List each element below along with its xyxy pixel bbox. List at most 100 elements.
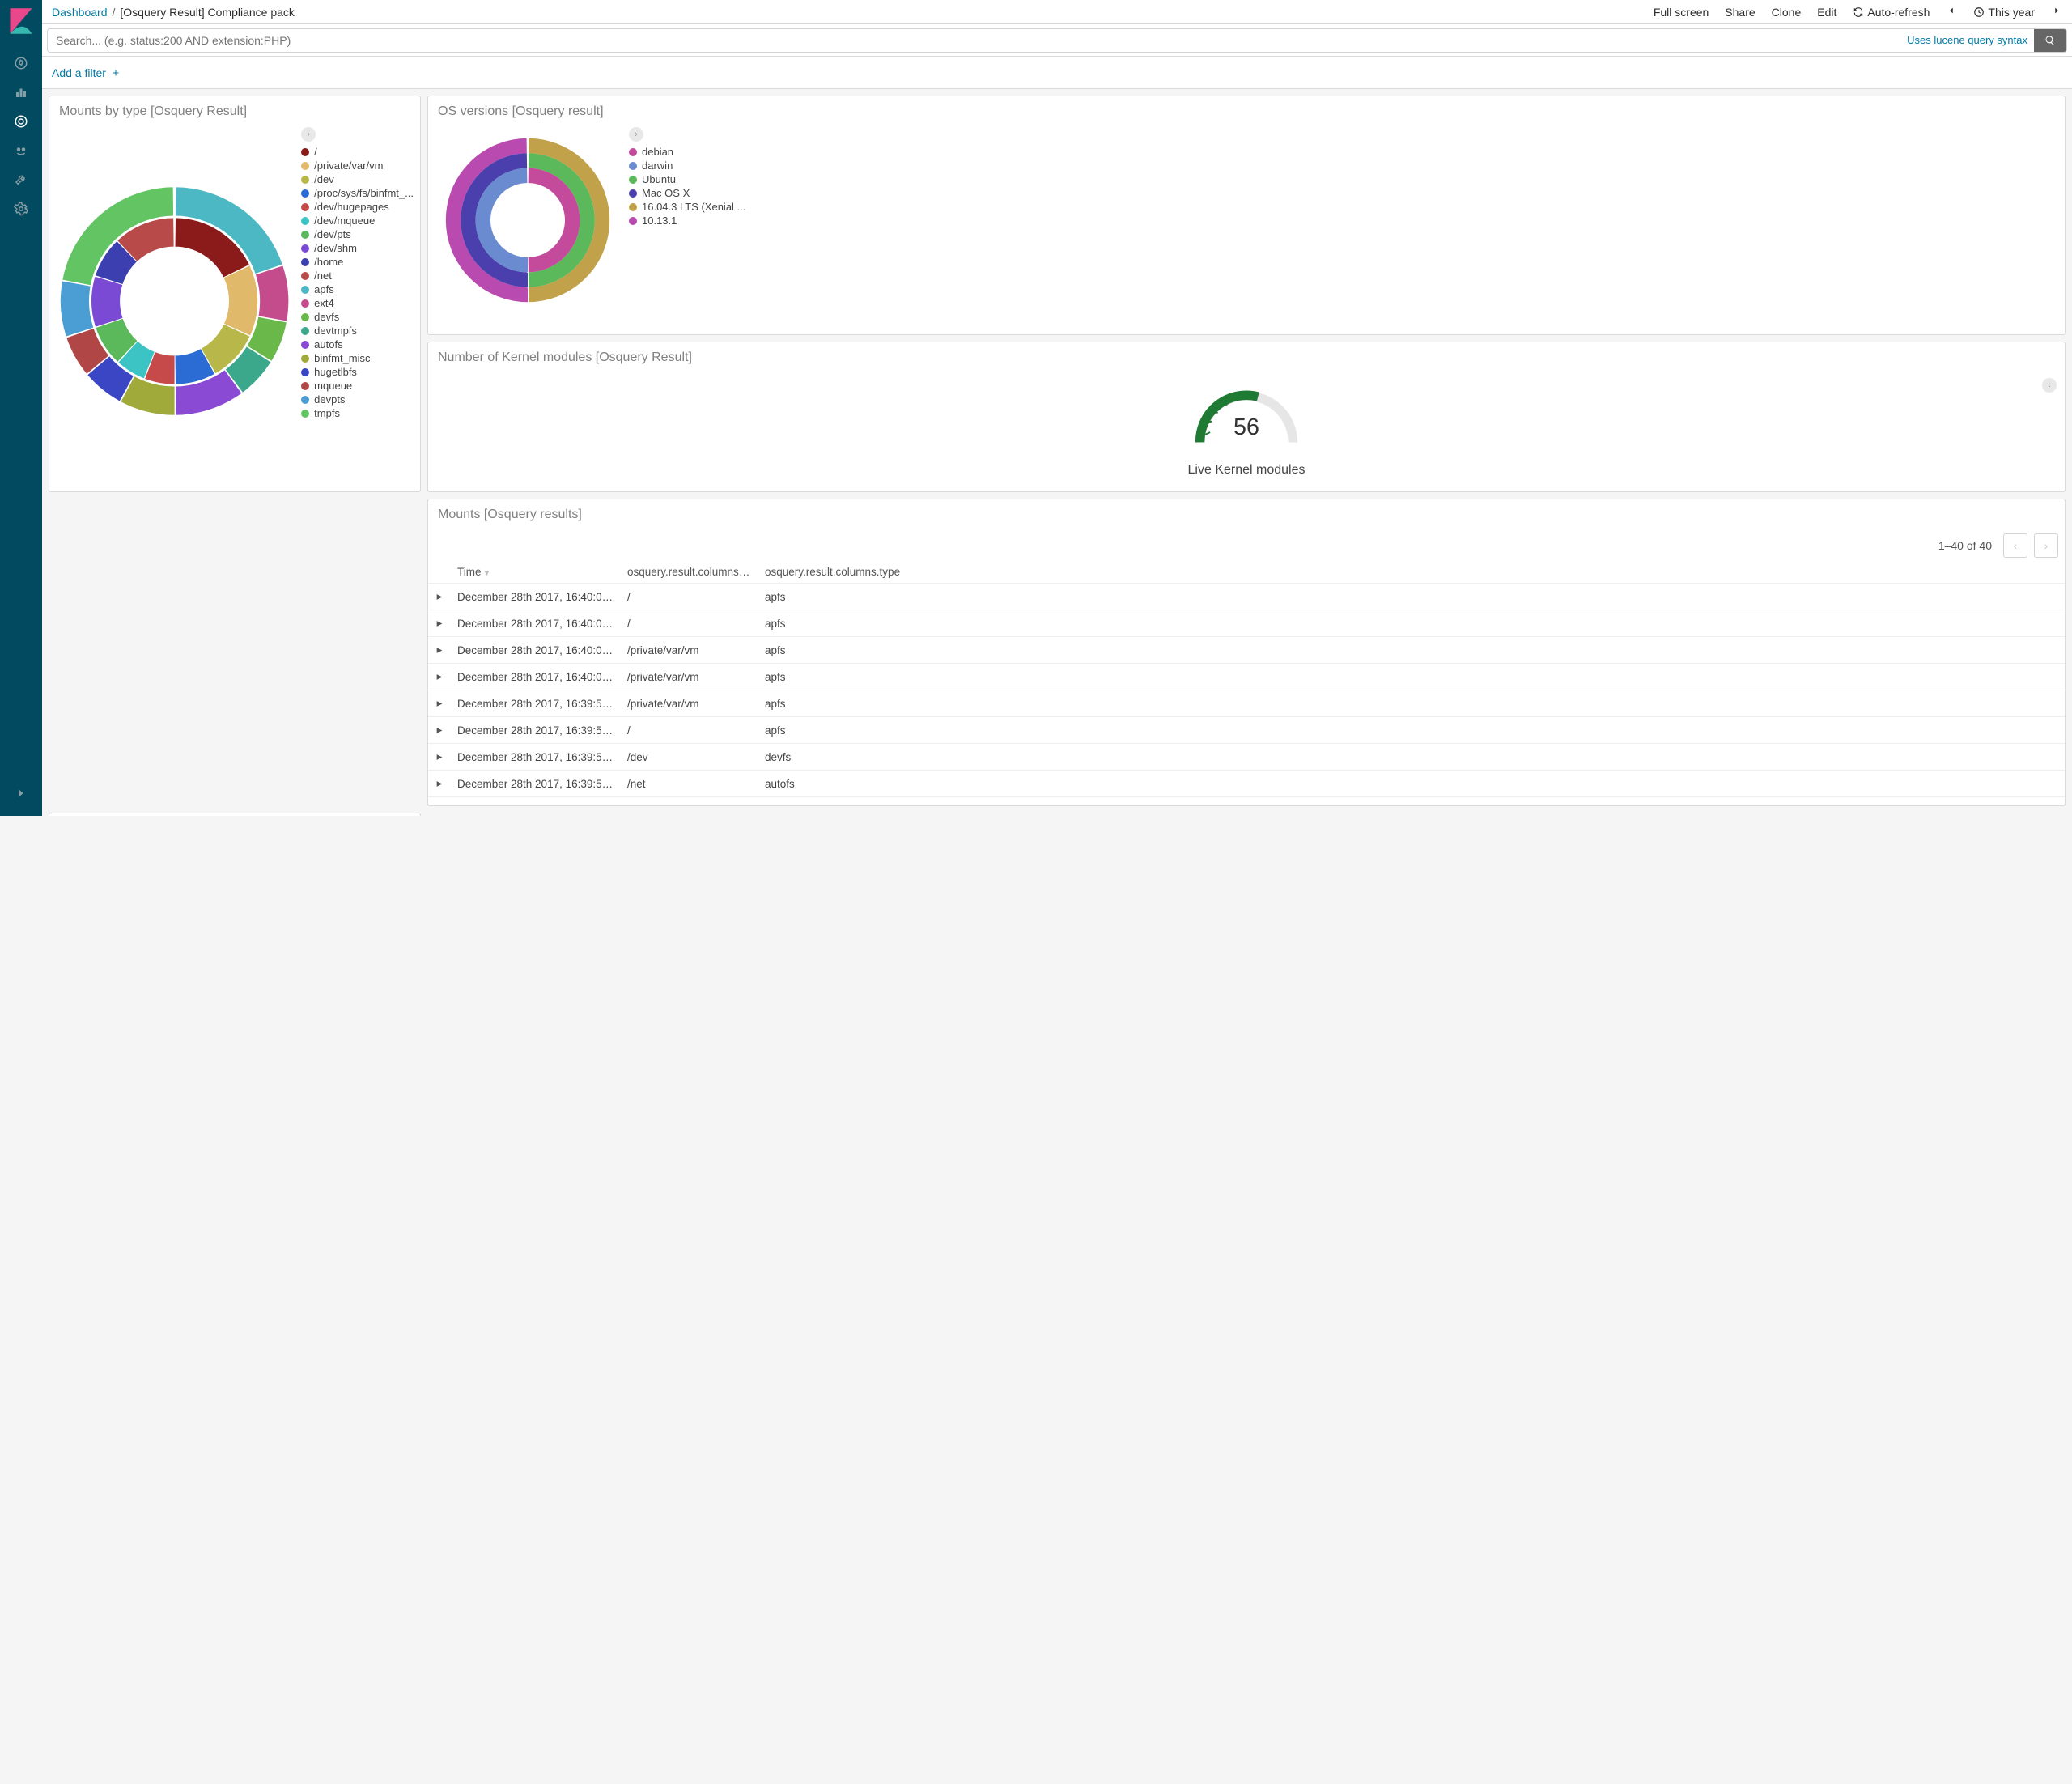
nav-devtools[interactable]: [0, 165, 42, 194]
expand-row[interactable]: ▸: [428, 610, 451, 637]
breadcrumb-root[interactable]: Dashboard: [52, 6, 108, 19]
legend-item[interactable]: Mac OS X: [629, 186, 745, 200]
panel-os-versions: OS versions [Osquery result] › debiandar…: [427, 96, 2066, 335]
nav-dashboard[interactable]: [0, 107, 42, 136]
add-filter-button[interactable]: Add a filter: [52, 66, 121, 79]
legend-item[interactable]: mqueue: [301, 379, 414, 393]
action-auto-refresh[interactable]: Auto-refresh: [1853, 6, 1930, 19]
legend-swatch: [629, 189, 637, 198]
legend-item[interactable]: /net: [301, 269, 414, 282]
sidebar-collapse[interactable]: [0, 779, 42, 808]
cell-b: autofs: [758, 771, 2065, 797]
cell-b: apfs: [758, 610, 2065, 637]
col-path[interactable]: osquery.result.columns.path: [621, 561, 758, 584]
legend-item[interactable]: /proc/sys/fs/binfmt_...: [301, 186, 414, 200]
gauge-label: Live Kernel modules: [1188, 463, 1306, 478]
action-share[interactable]: Share: [1725, 6, 1755, 19]
legend-item[interactable]: /dev: [301, 172, 414, 186]
chevron-left-icon: [1946, 5, 1957, 16]
lucene-syntax-link[interactable]: Uses lucene query syntax: [1900, 34, 2034, 46]
nav-visualize[interactable]: [0, 78, 42, 107]
col-time[interactable]: Time▼: [451, 561, 621, 584]
table-row[interactable]: ▸December 28th 2017, 16:40:08.000/apfs: [428, 584, 2065, 610]
table-row[interactable]: ▸December 28th 2017, 16:39:57.000/netaut…: [428, 771, 2065, 797]
legend-swatch: [301, 396, 309, 404]
legend-item[interactable]: tmpfs: [301, 406, 414, 420]
legend-item[interactable]: /dev/mqueue: [301, 214, 414, 227]
panel-mounts-table: Mounts [Osquery results] 1–40 of 40 ‹ › …: [427, 499, 2066, 806]
plus-icon: [111, 68, 121, 78]
legend-item[interactable]: hugetlbfs: [301, 365, 414, 379]
col-type[interactable]: osquery.result.columns.type: [758, 561, 2065, 584]
action-fullscreen[interactable]: Full screen: [1654, 6, 1709, 19]
legend-item[interactable]: debian: [629, 145, 745, 159]
legend-swatch: [301, 341, 309, 349]
expand-row[interactable]: ▸: [428, 717, 451, 744]
cell-a: /: [621, 717, 758, 744]
legend-item[interactable]: darwin: [629, 159, 745, 172]
kernel-gauge[interactable]: 56: [1186, 380, 1307, 450]
cell-time: December 28th 2017, 16:40:08.000: [451, 637, 621, 664]
nav-timelion[interactable]: [0, 136, 42, 165]
expand-row[interactable]: ▸: [428, 664, 451, 690]
expand-row[interactable]: ▸: [428, 744, 451, 771]
legend-next[interactable]: ›: [301, 127, 316, 142]
expand-row[interactable]: ▸: [428, 771, 451, 797]
cell-a: /private/var/vm: [621, 664, 758, 690]
os-donut-chart[interactable]: [435, 127, 621, 313]
legend-next[interactable]: ›: [629, 127, 643, 142]
table-row[interactable]: ▸December 28th 2017, 16:40:08.000/privat…: [428, 637, 2065, 664]
legend-swatch: [629, 203, 637, 211]
action-clone[interactable]: Clone: [1772, 6, 1802, 19]
search-button[interactable]: [2034, 28, 2066, 53]
legend-label: tmpfs: [314, 407, 340, 419]
legend-item[interactable]: /dev/shm: [301, 241, 414, 255]
expand-row[interactable]: ▸: [428, 637, 451, 664]
legend-item[interactable]: apfs: [301, 282, 414, 296]
legend-prev[interactable]: ‹: [2042, 378, 2057, 393]
legend-item[interactable]: devfs: [301, 310, 414, 324]
nav-management[interactable]: [0, 194, 42, 223]
legend-item[interactable]: Ubuntu: [629, 172, 745, 186]
cell-b: apfs: [758, 584, 2065, 610]
search-input[interactable]: [48, 34, 1900, 47]
legend-item[interactable]: /private/var/vm: [301, 159, 414, 172]
table-row[interactable]: ▸December 28th 2017, 16:39:57.000/apfs: [428, 717, 2065, 744]
cell-time: December 28th 2017, 16:39:57.000: [451, 717, 621, 744]
legend-item[interactable]: /: [301, 145, 414, 159]
panel-title: Mounts [Osquery results]: [428, 499, 2065, 530]
table-row[interactable]: ▸December 28th 2017, 16:39:57.000/devdev…: [428, 744, 2065, 771]
expand-row[interactable]: ▸: [428, 584, 451, 610]
legend-item[interactable]: binfmt_misc: [301, 351, 414, 365]
action-edit[interactable]: Edit: [1817, 6, 1836, 19]
time-range[interactable]: This year: [1973, 6, 2035, 19]
legend-item[interactable]: 10.13.1: [629, 214, 745, 227]
time-next[interactable]: [2051, 5, 2062, 19]
nav-discover[interactable]: [0, 49, 42, 78]
legend-item[interactable]: devpts: [301, 393, 414, 406]
legend-item[interactable]: /home: [301, 255, 414, 269]
page-prev[interactable]: ‹: [2003, 533, 2027, 558]
expand-row[interactable]: ▸: [428, 690, 451, 717]
legend-swatch: [301, 382, 309, 390]
legend-item[interactable]: /dev/hugepages: [301, 200, 414, 214]
legend-item[interactable]: autofs: [301, 338, 414, 351]
cell-time: December 28th 2017, 16:40:08.000: [451, 584, 621, 610]
panel-title: OS versions [Osquery result]: [428, 96, 2065, 127]
legend-item[interactable]: /dev/pts: [301, 227, 414, 241]
table-row[interactable]: ▸December 28th 2017, 16:40:08.000/apfs: [428, 610, 2065, 637]
legend-swatch: [301, 272, 309, 280]
legend-item[interactable]: 16.04.3 LTS (Xenial ...: [629, 200, 745, 214]
top-bar: Dashboard / [Osquery Result] Compliance …: [42, 0, 2072, 24]
legend-swatch: [301, 327, 309, 335]
legend-swatch: [301, 244, 309, 253]
table-row[interactable]: ▸December 28th 2017, 16:40:08.000/privat…: [428, 664, 2065, 690]
time-prev[interactable]: [1946, 5, 1957, 19]
legend-swatch: [301, 189, 309, 198]
mounts-donut-chart[interactable]: [56, 127, 293, 475]
legend-item[interactable]: ext4: [301, 296, 414, 310]
page-next[interactable]: ›: [2034, 533, 2058, 558]
legend-item[interactable]: devtmpfs: [301, 324, 414, 338]
table-row[interactable]: ▸December 28th 2017, 16:39:57.000/privat…: [428, 690, 2065, 717]
os-legend: debiandarwinUbuntuMac OS X16.04.3 LTS (X…: [629, 145, 745, 227]
